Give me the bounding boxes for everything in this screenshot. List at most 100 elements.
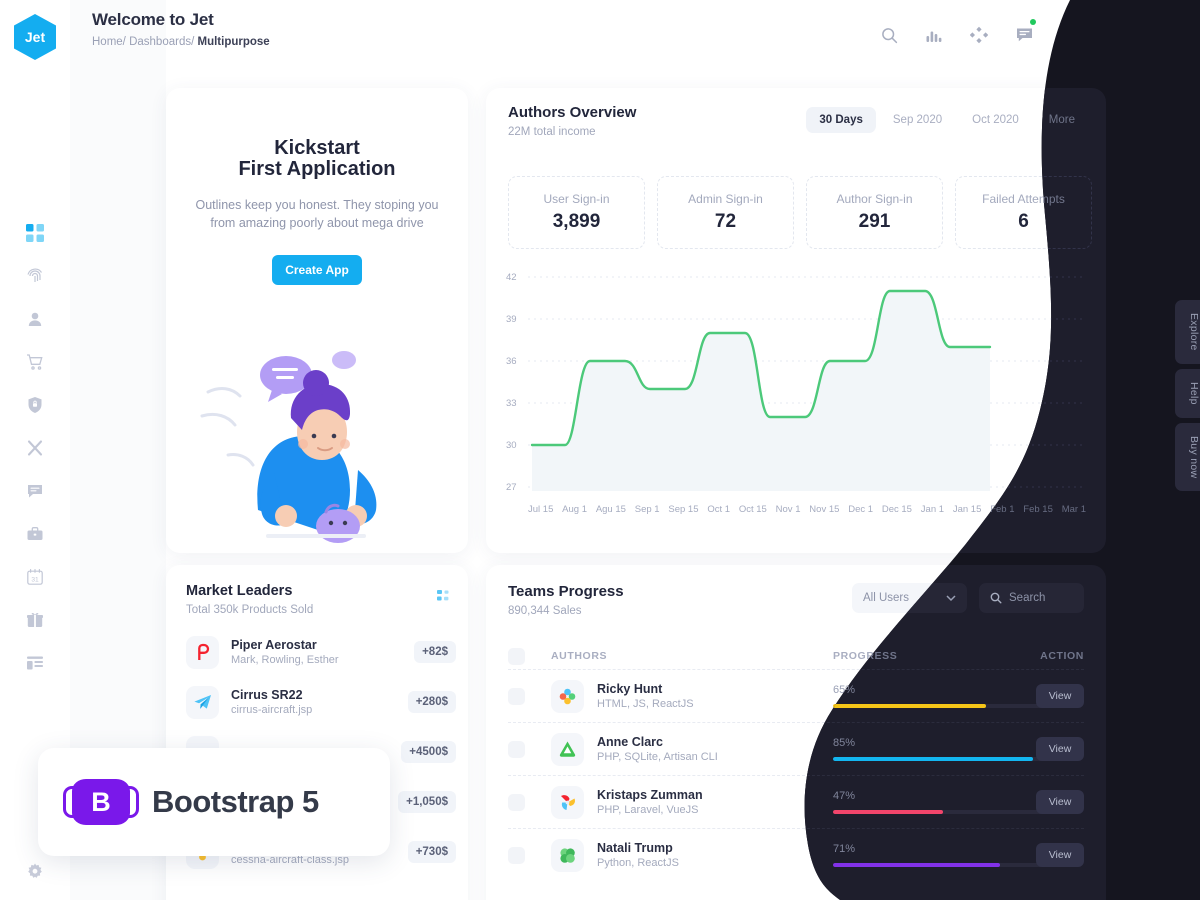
notification-badge-dot xyxy=(1030,19,1036,25)
list-item[interactable]: Piper Aerostar Mark, Rowling, Esther +82… xyxy=(186,627,456,677)
xtick: Oct 15 xyxy=(738,504,767,515)
xtick: Nov 1 xyxy=(775,504,801,515)
teams-subtitle: 890,344 Sales xyxy=(508,605,582,617)
user-filter-value: All Users xyxy=(863,592,910,604)
list-item-amount: +4500$ xyxy=(401,741,456,763)
row-checkbox[interactable] xyxy=(508,793,525,811)
kickstart-title-line1: Kickstart xyxy=(274,137,360,159)
authors-stats: User Sign-in 3,899 Admin Sign-in 72 Auth… xyxy=(508,176,1092,249)
xtick: Agu 15 xyxy=(595,504,626,515)
app-root: Jet 31 Welcome to Jet Home/ Dashboards/ … xyxy=(0,0,1200,900)
stat-author-signin: Author Sign-in 291 xyxy=(806,176,943,249)
select-all-checkbox[interactable] xyxy=(508,647,525,665)
tab-more-dark[interactable]: More xyxy=(1036,107,1088,133)
notification-icon[interactable] xyxy=(1013,19,1036,46)
teams-title: Teams Progress xyxy=(508,583,624,600)
sidebar-item-gift[interactable] xyxy=(24,609,46,631)
author-name: Anne Clarc xyxy=(597,735,663,749)
triangle-green-icon xyxy=(551,732,584,766)
breadcrumb-dashboards[interactable]: Dashboards/ xyxy=(129,36,194,48)
stat-user-signin: User Sign-in 3,899 xyxy=(508,176,645,249)
kickstart-card: Kickstart First Application Outlines keep… xyxy=(166,88,468,553)
breadcrumb: Home/ Dashboards/ Multipurpose xyxy=(92,36,270,48)
breadcrumb-home[interactable]: Home/ xyxy=(92,36,126,48)
xtick: Dec 15 xyxy=(881,504,912,515)
side-tab-rail: Explore Help Buy now xyxy=(1175,300,1200,491)
stat-value: 3,899 xyxy=(552,211,601,232)
author-stack: Python, ReactJS xyxy=(597,857,679,869)
author-name: Kristaps Zumman xyxy=(597,788,703,802)
sidebar-item-tools[interactable] xyxy=(24,437,46,459)
diamond-icon[interactable] xyxy=(968,24,990,46)
author-name: Ricky Hunt xyxy=(597,682,663,696)
xtick: Jan 1 xyxy=(920,504,945,515)
bootstrap-logo-icon: B xyxy=(63,779,139,825)
svg-text:31: 31 xyxy=(31,577,39,584)
side-tab-explore[interactable]: Explore xyxy=(1175,300,1200,364)
create-app-button[interactable]: Create App xyxy=(272,255,362,285)
sidebar-item-user[interactable] xyxy=(24,308,46,330)
view-button[interactable]: View xyxy=(1036,684,1084,708)
tab-sep-2020[interactable]: Sep 2020 xyxy=(880,107,955,133)
side-tab-help[interactable]: Help xyxy=(1175,368,1200,418)
tab-oct-2020[interactable]: Oct 2020 xyxy=(959,107,1032,133)
market-title: Market Leaders xyxy=(186,583,293,599)
stat-label: Author Sign-in xyxy=(836,192,913,206)
ytick-27: 27 xyxy=(506,482,517,493)
teams-search-dark[interactable]: Search xyxy=(979,583,1084,613)
kickstart-title: Kickstart First Application xyxy=(166,88,468,180)
list-item[interactable]: Cirrus SR22 cirrus-aircraft.jsp +280$ xyxy=(186,677,456,727)
authors-subtitle: 22M total income xyxy=(508,126,596,138)
sidebar-item-chat[interactable] xyxy=(24,480,46,502)
xtick: Jan 15 xyxy=(952,504,982,515)
app-logo[interactable]: Jet xyxy=(14,14,56,60)
bar-chart-icon[interactable] xyxy=(923,24,945,46)
row-checkbox[interactable] xyxy=(508,740,525,758)
kickstart-illustration xyxy=(200,351,377,543)
sidebar-item-briefcase[interactable] xyxy=(24,523,46,545)
list-item-name: Piper Aerostar xyxy=(231,638,317,652)
author-stack: PHP, Laravel, VueJS xyxy=(597,804,699,816)
tab-30-days[interactable]: 30 Days xyxy=(806,107,876,133)
search-icon xyxy=(990,592,1002,604)
kickstart-title-line2: First Application xyxy=(238,158,396,180)
side-tab-buy-now[interactable]: Buy now xyxy=(1175,422,1200,491)
view-button[interactable]: View xyxy=(1036,790,1084,814)
column-action-dark: ACTION xyxy=(1040,650,1084,662)
sidebar-item-fingerprint[interactable] xyxy=(24,265,46,287)
author-stack: HTML, JS, ReactJS xyxy=(597,698,694,710)
row-checkbox[interactable] xyxy=(508,687,525,705)
stat-value: 72 xyxy=(714,211,737,232)
progress-bar xyxy=(833,704,1068,708)
ytick-33: 33 xyxy=(506,398,517,409)
progress-bar xyxy=(833,863,1068,867)
plurk-icon xyxy=(186,635,219,669)
dots-grid-icon[interactable] xyxy=(437,590,450,608)
row-checkbox[interactable] xyxy=(508,846,525,864)
sidebar-item-dashboard[interactable] xyxy=(24,222,46,244)
stat-admin-signin: Admin Sign-in 72 xyxy=(657,176,794,249)
market-subtitle: Total 350k Products Sold xyxy=(186,604,314,616)
view-button[interactable]: View xyxy=(1036,843,1084,867)
sidebar-item-shield-lock[interactable] xyxy=(24,394,46,416)
stat-label: Admin Sign-in xyxy=(688,192,763,206)
xtick: Jul 15 xyxy=(528,504,554,515)
telegram-icon xyxy=(186,685,219,719)
view-button[interactable]: View xyxy=(1036,737,1084,761)
chart-plot xyxy=(528,276,1086,491)
sidebar-item-calendar[interactable]: 31 xyxy=(24,566,46,588)
progress-bar xyxy=(833,757,1068,761)
kickstart-body: Outlines keep you honest. They stoping y… xyxy=(195,198,439,230)
sidebar-item-layout[interactable] xyxy=(24,652,46,674)
sidebar-item-cart[interactable] xyxy=(24,351,46,373)
stat-value: 291 xyxy=(858,211,891,232)
list-item-amount: +280$ xyxy=(407,691,456,713)
list-item-name: Cirrus SR22 xyxy=(231,688,303,702)
sidebar-nav: 31 xyxy=(24,222,46,674)
search-icon[interactable] xyxy=(878,24,900,46)
settings-gear-icon[interactable] xyxy=(24,861,46,883)
author-stack: PHP, SQLite, Artisan CLI xyxy=(597,751,718,763)
xtick: Dec 1 xyxy=(848,504,874,515)
stat-value: 6 xyxy=(1018,211,1029,232)
author-name: Natali Trump xyxy=(597,841,673,855)
